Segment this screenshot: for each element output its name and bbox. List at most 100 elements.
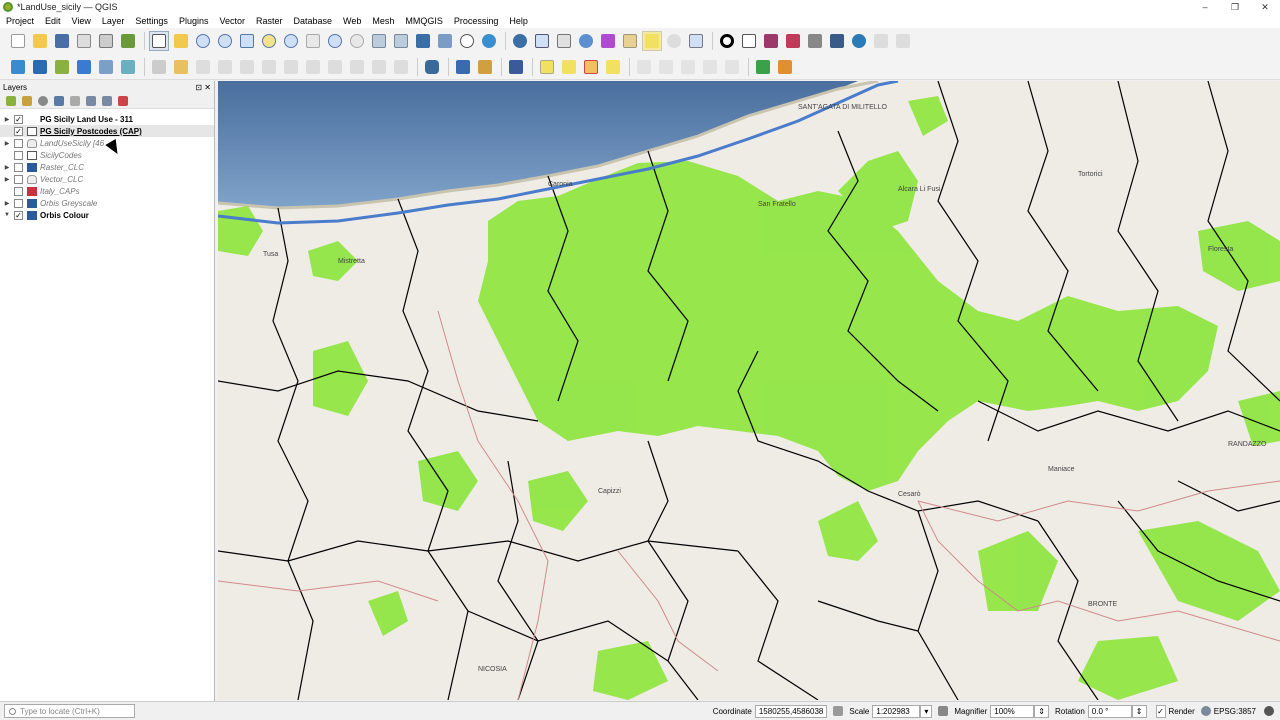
toggle-extents-icon[interactable] <box>833 706 844 716</box>
lock-scale-icon[interactable] <box>938 706 949 716</box>
layout-manager-button[interactable] <box>96 31 116 51</box>
zoom-layer-button[interactable] <box>281 31 301 51</box>
processing-toolbox-button[interactable] <box>576 31 596 51</box>
show-bookmarks-button[interactable] <box>435 31 455 51</box>
statistics-button[interactable] <box>598 31 618 51</box>
plugin-tool-orange[interactable] <box>775 57 795 77</box>
cut-features-button[interactable] <box>303 57 323 77</box>
map-tips-button[interactable] <box>642 31 662 51</box>
scale-field[interactable]: 1:202983 <box>872 704 921 718</box>
expand-arrow-icon[interactable]: ▶ <box>0 116 14 123</box>
save-edits-button[interactable] <box>193 57 213 77</box>
render-toggle[interactable]: ✓ Render <box>1153 704 1195 718</box>
restore-button[interactable]: ❐ <box>1220 0 1250 14</box>
filter-legend-icon[interactable] <box>70 95 80 106</box>
layer-item[interactable]: SicilyCodes <box>0 149 214 161</box>
expand-arrow-icon[interactable]: ▶ <box>0 164 14 171</box>
db-manager-button[interactable] <box>422 57 442 77</box>
menu-settings[interactable]: Settings <box>129 16 173 26</box>
layer-item[interactable]: ✓ PG Sicily Postcodes (CAP) <box>0 125 214 137</box>
menu-database[interactable]: Database <box>288 16 338 26</box>
select-location-button[interactable] <box>603 57 623 77</box>
grid-button[interactable] <box>805 31 825 51</box>
copy-features-button[interactable] <box>325 57 345 77</box>
layer-checkbox[interactable]: ✓ <box>14 114 23 124</box>
expand-arrow-icon[interactable]: ▼ <box>0 212 14 218</box>
plugin-button[interactable] <box>475 57 495 77</box>
layer-item[interactable]: ▶ Orbis Greyscale <box>0 197 214 209</box>
layer-checkbox[interactable] <box>14 186 23 196</box>
refresh-button[interactable] <box>479 31 499 51</box>
menu-mmqgis[interactable]: MMQGIS <box>399 16 448 26</box>
layer-checkbox[interactable] <box>14 162 23 172</box>
add-group-icon[interactable] <box>22 95 32 106</box>
render-checkbox[interactable]: ✓ <box>1155 704 1166 718</box>
disabled-tool-button-2[interactable] <box>893 31 913 51</box>
current-edits-button[interactable] <box>149 57 169 77</box>
menu-vector[interactable]: Vector <box>213 16 250 26</box>
identify-button[interactable] <box>510 31 530 51</box>
add-wms-button[interactable] <box>96 57 116 77</box>
select-by-value-button[interactable] <box>559 57 579 77</box>
zoom-in-button[interactable] <box>193 31 213 51</box>
field-calculator-button[interactable] <box>554 31 574 51</box>
expand-arrow-icon[interactable]: ▶ <box>0 176 14 183</box>
temporal-controller-button[interactable] <box>457 31 477 51</box>
new-project-button[interactable] <box>8 31 28 51</box>
filter-icon[interactable] <box>54 95 64 106</box>
map-canvas[interactable]: SANT'AGATA DI MILITELLO RANDAZZO BRONTE … <box>218 81 1280 700</box>
style-layer-icon[interactable] <box>6 95 16 106</box>
pan-map-button[interactable] <box>149 31 169 51</box>
delete-selected-button[interactable] <box>281 57 301 77</box>
virtual-layer-button[interactable] <box>118 57 138 77</box>
messages-icon[interactable] <box>1264 706 1274 716</box>
digitizing-tool-2[interactable] <box>656 57 676 77</box>
collapse-all-icon[interactable] <box>102 95 112 106</box>
layer-checkbox[interactable] <box>14 138 23 148</box>
layer-item[interactable]: ▼ ✓ Orbis Colour <box>0 209 214 221</box>
expand-arrow-icon[interactable]: ▶ <box>0 200 14 207</box>
plugin-tool-green[interactable] <box>753 57 773 77</box>
crs-display[interactable]: EPSG:3857 <box>1200 706 1256 716</box>
add-feature-button[interactable] <box>215 57 235 77</box>
locator-button[interactable] <box>664 31 684 51</box>
add-xy-button[interactable] <box>739 31 759 51</box>
zoom-full-button[interactable] <box>237 31 257 51</box>
menu-layer[interactable]: Layer <box>96 16 130 26</box>
manage-visibility-icon[interactable] <box>38 95 48 106</box>
attribute-table-button[interactable] <box>532 31 552 51</box>
digitizing-tool-3[interactable] <box>678 57 698 77</box>
style-manager-button[interactable] <box>118 31 138 51</box>
menu-edit[interactable]: Edit <box>39 16 66 26</box>
zoom-native-button[interactable] <box>303 31 323 51</box>
menu-raster[interactable]: Raster <box>250 16 288 26</box>
pan-to-selection-button[interactable] <box>171 31 191 51</box>
minimize-button[interactable]: – <box>1190 0 1220 14</box>
digitize-point-button[interactable] <box>717 31 737 51</box>
rotation-field[interactable]: 0.0 ° <box>1087 704 1132 718</box>
snapping-button[interactable] <box>783 31 803 51</box>
coordinate-field[interactable]: 1580255,4586038 <box>754 704 828 718</box>
help-button[interactable] <box>506 57 526 77</box>
modify-attributes-button[interactable] <box>259 57 279 77</box>
open-project-button[interactable] <box>30 31 50 51</box>
python-console-button[interactable] <box>453 57 473 77</box>
data-source-manager-button[interactable] <box>8 57 28 77</box>
digitizing-tool-5[interactable] <box>722 57 742 77</box>
layer-item[interactable]: ▶ Vector_CLC <box>0 173 214 185</box>
remove-layer-icon[interactable] <box>118 95 128 106</box>
layer-checkbox[interactable]: ✓ <box>14 126 23 136</box>
layer-checkbox[interactable] <box>14 150 23 160</box>
zoom-last-button[interactable] <box>325 31 345 51</box>
scale-dropdown[interactable]: ▾ <box>920 704 933 718</box>
close-button[interactable]: ✕ <box>1250 0 1280 14</box>
spatial-bookmark-button[interactable] <box>413 31 433 51</box>
vertex-tool-button[interactable] <box>237 57 257 77</box>
add-vector-button[interactable] <box>52 57 72 77</box>
menu-web[interactable]: Web <box>337 16 366 26</box>
paste-features-button[interactable] <box>347 57 367 77</box>
zoom-selection-button[interactable] <box>259 31 279 51</box>
menu-view[interactable]: View <box>66 16 96 26</box>
annotation-button[interactable] <box>686 31 706 51</box>
save-project-button[interactable] <box>52 31 72 51</box>
